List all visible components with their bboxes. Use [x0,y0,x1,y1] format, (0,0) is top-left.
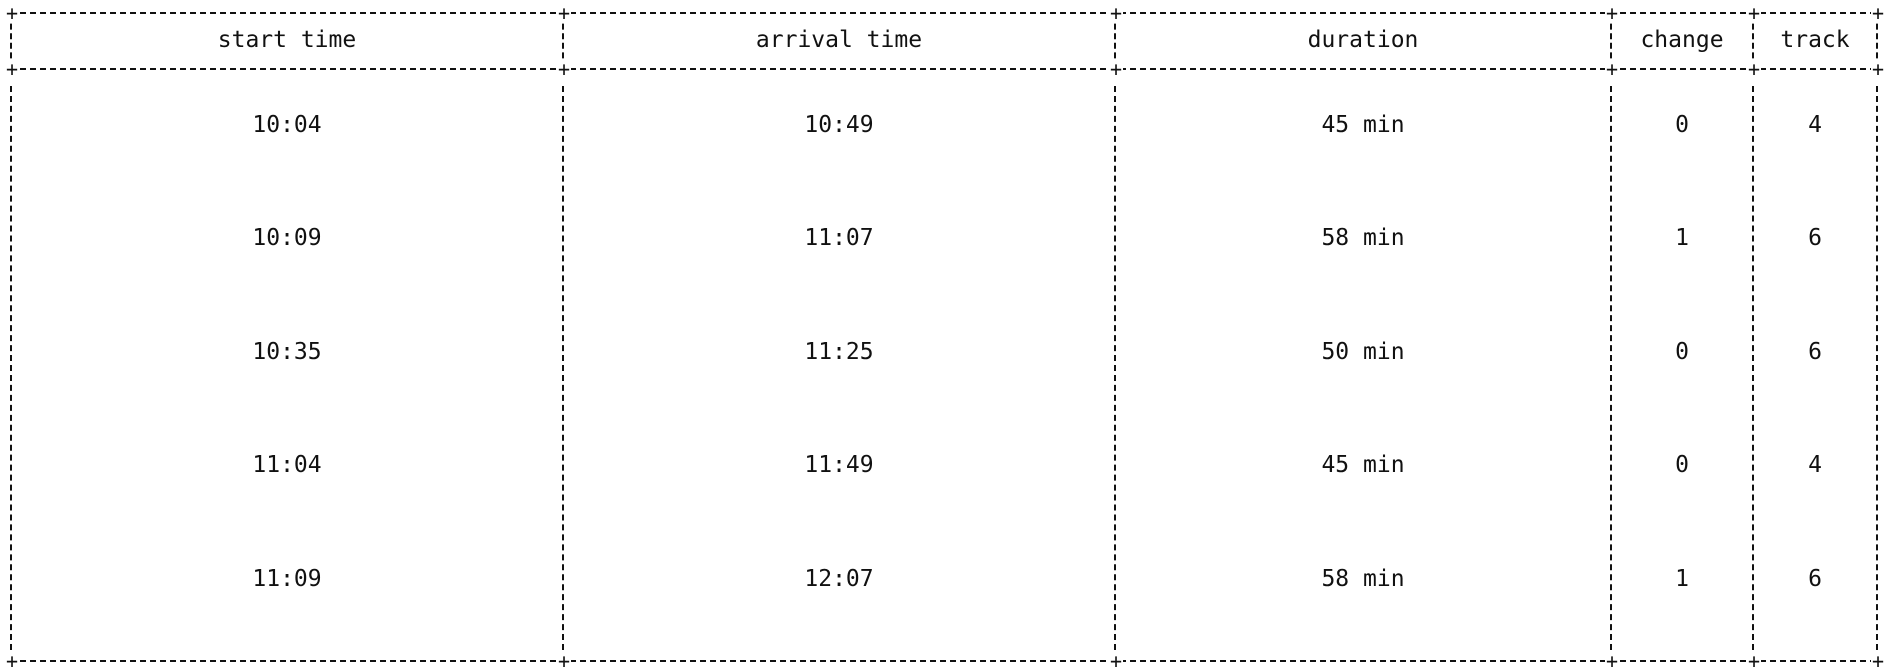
column-header-track: track [1780,27,1850,53]
border-corner: + [1871,1,1885,25]
terminal-output: + + + + + + + + + + + + + + + + + + star… [0,0,1890,670]
arrival-time-cell: 11:25 [804,339,874,365]
border-corner: + [5,57,19,81]
column-separator [1876,86,1878,650]
duration-cell: 45 min [1321,112,1405,138]
column-header-arrival-time: arrival time [755,27,923,53]
border-corner: + [557,1,571,25]
duration-cell: 58 min [1321,566,1405,592]
border-corner: + [1109,57,1123,81]
border-corner: + [1747,1,1761,25]
border-corner: + [1109,1,1123,25]
track-cell: 4 [1808,452,1822,478]
column-header-duration: duration [1307,27,1419,53]
duration-cell: 50 min [1321,339,1405,365]
column-header-start-time: start time [217,27,357,53]
change-cell: 0 [1675,452,1689,478]
duration-cell: 45 min [1321,452,1405,478]
arrival-time-cell: 10:49 [804,112,874,138]
border-corner: + [557,649,571,670]
border-corner: + [1605,1,1619,25]
table-top-border [10,12,1876,14]
border-corner: + [1605,57,1619,81]
track-cell: 6 [1808,566,1822,592]
change-cell: 1 [1675,225,1689,251]
track-cell: 6 [1808,339,1822,365]
border-corner: + [1871,649,1885,670]
arrival-time-cell: 12:07 [804,566,874,592]
border-corner: + [1747,649,1761,670]
border-corner: + [557,57,571,81]
start-time-cell: 11:09 [252,566,322,592]
column-header-change: change [1640,27,1724,53]
change-cell: 1 [1675,566,1689,592]
track-cell: 4 [1808,112,1822,138]
border-corner: + [1109,649,1123,670]
border-corner: + [5,649,19,670]
header-bottom-border [10,68,1876,70]
start-time-cell: 11:04 [252,452,322,478]
table-bottom-border [10,660,1876,662]
change-cell: 0 [1675,339,1689,365]
track-cell: 6 [1808,225,1822,251]
start-time-cell: 10:04 [252,112,322,138]
border-corner: + [5,1,19,25]
start-time-cell: 10:35 [252,339,322,365]
arrival-time-cell: 11:49 [804,452,874,478]
border-corner: + [1605,649,1619,670]
change-cell: 0 [1675,112,1689,138]
start-time-cell: 10:09 [252,225,322,251]
border-corner: + [1871,57,1885,81]
border-corner: + [1747,57,1761,81]
arrival-time-cell: 11:07 [804,225,874,251]
duration-cell: 58 min [1321,225,1405,251]
